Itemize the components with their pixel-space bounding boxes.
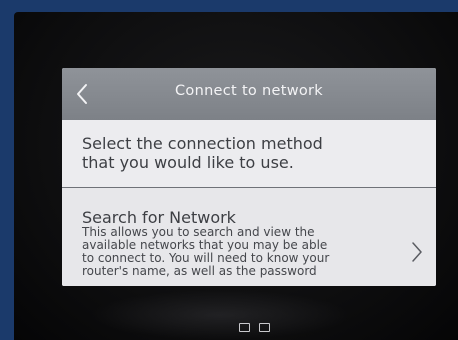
device-button-left[interactable] (239, 323, 250, 332)
instruction-line-1: Select the connection method (82, 134, 323, 153)
instruction-line-2: that you would like to use. (82, 153, 294, 172)
page-title: Connect to network (174, 83, 323, 99)
device-button-right[interactable] (259, 323, 270, 332)
device-screen: Connect to network Select the connection… (62, 68, 436, 286)
option-description: This allows you to search and view the a… (82, 226, 382, 278)
search-for-network-option[interactable]: Search for Network This allows you to se… (62, 188, 436, 286)
instruction-text: Select the connection method that you wo… (82, 134, 382, 172)
chevron-right-icon (412, 242, 422, 262)
bezel-glare (90, 290, 350, 340)
option-description-line: router's name, as well as the password (82, 264, 317, 278)
device-buttons (237, 323, 273, 333)
header-bar: Connect to network (62, 68, 436, 120)
chevron-left-icon[interactable] (72, 82, 94, 106)
instruction-panel: Select the connection method that you wo… (62, 120, 436, 188)
